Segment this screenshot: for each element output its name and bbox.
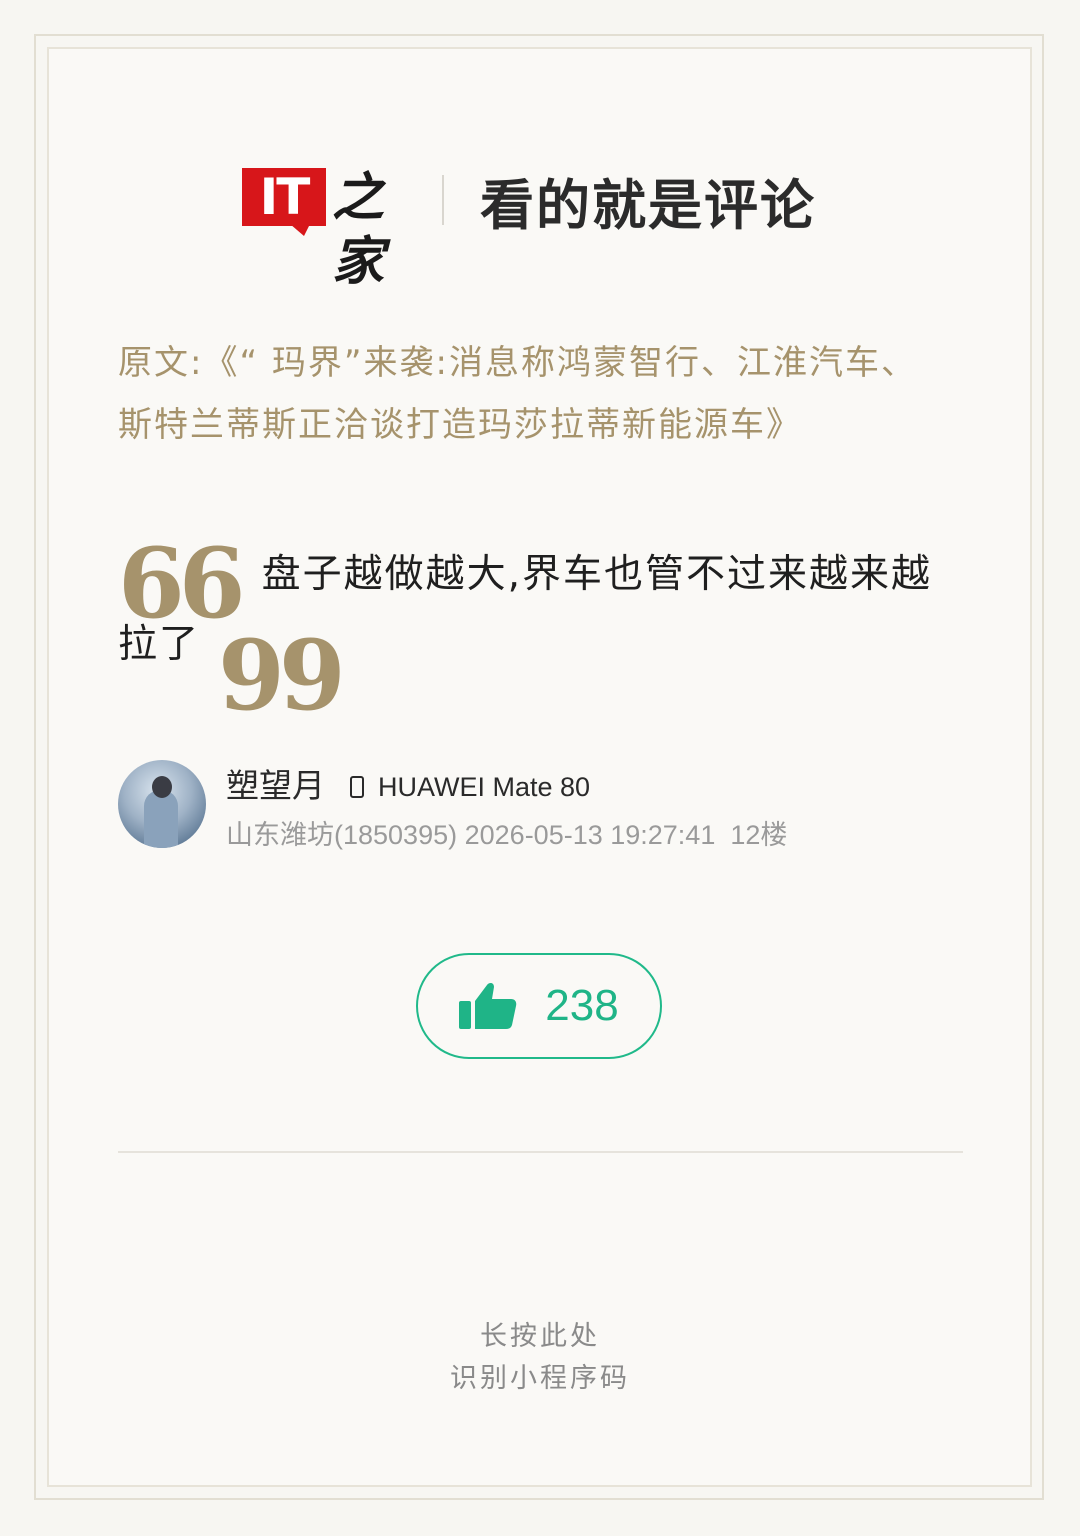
card — [47, 47, 1032, 1487]
logo-speech-tail — [290, 224, 310, 236]
thumbs-up-icon — [459, 982, 517, 1029]
device-info: HUAWEI Mate 80 — [350, 768, 590, 806]
comment-body: 66 盘子越做越大,界车也管不过来越来越拉了 99 — [118, 527, 958, 732]
article-title: 《“ 玛界”来袭:消息称鸿蒙智行、江淮汽车、斯特兰蒂斯正洽谈打造玛莎拉蒂新能源车… — [118, 343, 917, 445]
comment-floor: 12楼 — [730, 820, 788, 850]
original-article[interactable]: 原文:《“ 玛界”来袭:消息称鸿蒙智行、江淮汽车、斯特兰蒂斯正洽谈打造玛莎拉蒂新… — [118, 332, 948, 456]
ithome-logo: IT 之家 — [240, 162, 412, 292]
footer-line-2: 识别小程序码 — [450, 1363, 630, 1394]
user-location: 山东潍坊(1850395) — [226, 820, 458, 850]
mini-program-hint[interactable]: 长按此处 识别小程序码 — [340, 1316, 740, 1400]
logo-brand-text: 之家 — [332, 167, 384, 292]
like-count: 238 — [545, 981, 619, 1030]
avatar-figure — [144, 790, 178, 848]
divider — [118, 1151, 963, 1153]
article-prefix: 原文: — [118, 343, 204, 383]
open-quote-icon: 66 — [118, 527, 246, 640]
comment-meta: 山东潍坊(1850395) 2026-05-13 19:27:41 12楼 — [226, 816, 787, 854]
footer-line-1: 长按此处 — [480, 1321, 600, 1352]
phone-icon — [350, 776, 364, 798]
avatar-head — [152, 776, 172, 798]
header-slogan: 看的就是评论 — [480, 173, 816, 237]
like-button[interactable]: 238 — [416, 953, 662, 1059]
comment-datetime: 2026-05-13 19:27:41 — [464, 820, 716, 850]
header: IT 之家 看的就是评论 — [240, 160, 860, 292]
device-name: HUAWEI Mate 80 — [378, 772, 591, 802]
logo-it-text: IT — [259, 168, 311, 226]
close-quote-icon: 99 — [218, 619, 346, 732]
username[interactable]: 塑望月 — [226, 764, 325, 808]
header-divider — [442, 175, 444, 225]
avatar[interactable] — [118, 760, 206, 848]
